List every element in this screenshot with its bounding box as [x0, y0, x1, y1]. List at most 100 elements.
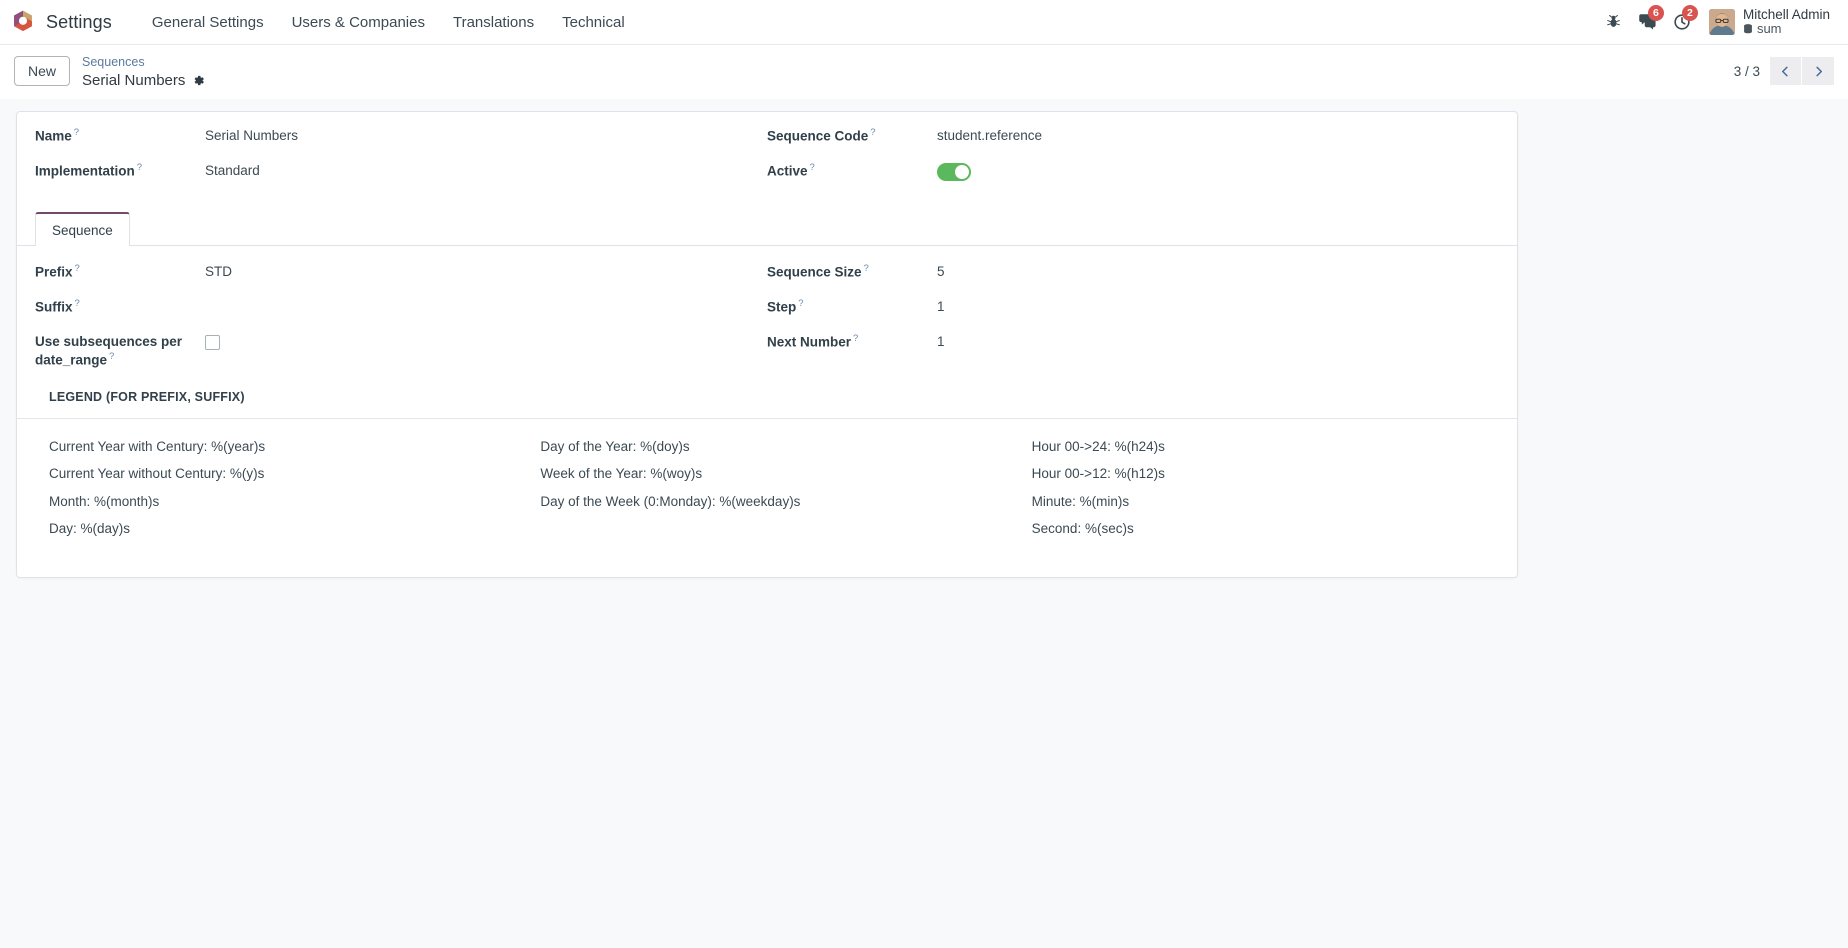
messages-button[interactable]: 6: [1631, 4, 1665, 39]
field-name-label: Name?: [35, 126, 205, 145]
gear-icon[interactable]: [192, 74, 205, 87]
new-button[interactable]: New: [14, 56, 71, 87]
activities-button[interactable]: 2: [1665, 4, 1699, 39]
field-suffix-value[interactable]: [205, 297, 265, 315]
field-prefix-label: Prefix?: [35, 262, 205, 281]
legend-item: Minute: %(min)s: [1031, 493, 1130, 509]
header-right-column: Sequence Code? student.reference Active?: [767, 126, 1499, 200]
pager-next-button[interactable]: [1802, 57, 1834, 86]
field-active-value: [937, 161, 997, 186]
help-icon[interactable]: ?: [109, 351, 114, 362]
field-implementation-label-text: Implementation: [35, 163, 135, 179]
help-icon[interactable]: ?: [810, 162, 815, 173]
app-name[interactable]: Settings: [46, 12, 112, 33]
record-title: Serial Numbers: [82, 71, 186, 89]
user-menu[interactable]: Mitchell Admin sum: [1699, 5, 1834, 39]
help-icon[interactable]: ?: [870, 127, 875, 138]
field-sequence-size-label: Sequence Size?: [767, 262, 937, 281]
database-icon: [1744, 24, 1752, 34]
field-step-label: Step?: [767, 297, 937, 316]
chevron-right-icon: [1815, 66, 1822, 77]
field-sequence-code-row: Sequence Code? student.reference: [767, 126, 1499, 147]
field-sequence-code-label-text: Sequence Code: [767, 128, 869, 144]
legend-item: Month: %(month)s: [49, 493, 160, 509]
legend-column-1: Current Year with Century: %(year)s Curr…: [35, 433, 516, 543]
field-implementation-label: Implementation?: [35, 161, 205, 180]
field-sequence-size-value[interactable]: 5: [937, 262, 997, 281]
breadcrumb: Sequences Serial Numbers: [82, 53, 205, 90]
pager-previous-button[interactable]: [1770, 57, 1802, 86]
activities-count-badge: 2: [1681, 4, 1698, 21]
field-active-label: Active?: [767, 161, 937, 180]
legend-grid: Current Year with Century: %(year)s Curr…: [17, 419, 1517, 577]
top-navbar: Settings General Settings Users & Compan…: [0, 0, 1848, 45]
avatar: [1708, 8, 1735, 35]
field-next-number-label-text: Next Number: [767, 334, 852, 350]
field-implementation-value[interactable]: Standard: [205, 161, 265, 180]
field-name-row: Name? Serial Numbers: [35, 126, 767, 147]
field-step-label-text: Step: [767, 299, 797, 315]
field-sequence-code-value[interactable]: student.reference: [937, 126, 1042, 145]
legend-column-3: Hour 00->24: %(h24)s Hour 00->12: %(h12)…: [1018, 433, 1499, 543]
help-icon[interactable]: ?: [75, 298, 80, 309]
field-suffix-row: Suffix?: [35, 297, 767, 318]
menu-technical[interactable]: Technical: [548, 8, 639, 37]
field-active-row: Active?: [767, 161, 1499, 186]
legend-item: Current Year with Century: %(year)s: [49, 438, 266, 454]
help-icon[interactable]: ?: [137, 162, 142, 173]
legend-item: Hour 00->12: %(h12)s: [1031, 466, 1165, 482]
field-use-subsequences-row: Use subsequences per date_range?: [35, 332, 767, 369]
field-next-number-label: Next Number?: [767, 332, 937, 351]
header-left-column: Name? Serial Numbers Implementation? Sta…: [35, 126, 767, 200]
bug-icon: [1607, 15, 1621, 28]
menu-translations[interactable]: Translations: [439, 8, 548, 37]
chevron-left-icon: [1781, 66, 1788, 77]
help-icon[interactable]: ?: [75, 263, 80, 274]
field-active-label-text: Active: [767, 163, 808, 179]
legend-item: Current Year without Century: %(y)s: [49, 466, 265, 482]
form-view-area: Name? Serial Numbers Implementation? Sta…: [0, 98, 1848, 948]
header-fields: Name? Serial Numbers Implementation? Sta…: [17, 112, 1517, 210]
pager-count: 3 / 3: [1733, 63, 1760, 79]
help-icon[interactable]: ?: [798, 298, 803, 309]
field-prefix-label-text: Prefix: [35, 264, 73, 280]
help-icon[interactable]: ?: [864, 263, 869, 274]
field-name-label-text: Name: [35, 128, 72, 144]
field-name-value[interactable]: Serial Numbers: [205, 126, 298, 145]
field-use-subsequences-value: [205, 332, 265, 355]
tab-sequence[interactable]: Sequence: [35, 212, 130, 247]
odoo-logo-icon[interactable]: [10, 9, 36, 35]
tab-panel-sequence: Prefix? STD Suffix? Use subsequences per…: [17, 246, 1517, 417]
legend-column-2: Day of the Year: %(doy)s Week of the Yea…: [526, 433, 1007, 543]
systray: 6 2 Mitchell Admin sum: [1597, 4, 1834, 39]
pager: 3 / 3: [1733, 57, 1834, 86]
use-subsequences-checkbox[interactable]: [205, 335, 220, 351]
sequence-fields: Prefix? STD Suffix? Use subsequences per…: [35, 262, 1499, 383]
database-name: sum: [1756, 21, 1782, 37]
breadcrumb-item-sequences[interactable]: Sequences: [82, 55, 145, 70]
control-panel: New Sequences Serial Numbers 3 / 3: [0, 45, 1848, 99]
user-name: Mitchell Admin: [1742, 6, 1830, 22]
legend-item: Hour 00->24: %(h24)s: [1031, 438, 1165, 454]
sequence-right-column: Sequence Size? 5 Step? 1 Next Number? 1: [767, 262, 1499, 383]
field-sequence-size-label-text: Sequence Size: [767, 264, 862, 280]
field-prefix-row: Prefix? STD: [35, 262, 767, 283]
active-toggle[interactable]: [937, 162, 971, 181]
menu-general-settings[interactable]: General Settings: [138, 8, 278, 37]
help-icon[interactable]: ?: [853, 333, 858, 344]
user-info: Mitchell Admin sum: [1743, 7, 1830, 37]
menu-users-companies[interactable]: Users & Companies: [278, 8, 439, 37]
main-menu: General Settings Users & Companies Trans…: [138, 8, 639, 37]
messages-count-badge: 6: [1647, 4, 1664, 21]
help-icon[interactable]: ?: [74, 127, 79, 138]
field-sequence-size-row: Sequence Size? 5: [767, 262, 1499, 283]
record-sheet: Name? Serial Numbers Implementation? Sta…: [16, 110, 1518, 578]
field-suffix-label-text: Suffix: [35, 299, 73, 315]
legend-item: Day of the Year: %(doy)s: [540, 438, 690, 454]
legend-item: Day: %(day)s: [49, 521, 131, 537]
debug-menu-button[interactable]: [1597, 5, 1631, 39]
field-step-value[interactable]: 1: [937, 297, 997, 316]
field-prefix-value[interactable]: STD: [205, 262, 265, 281]
field-step-row: Step? 1: [767, 297, 1499, 318]
field-next-number-value[interactable]: 1: [937, 332, 997, 351]
